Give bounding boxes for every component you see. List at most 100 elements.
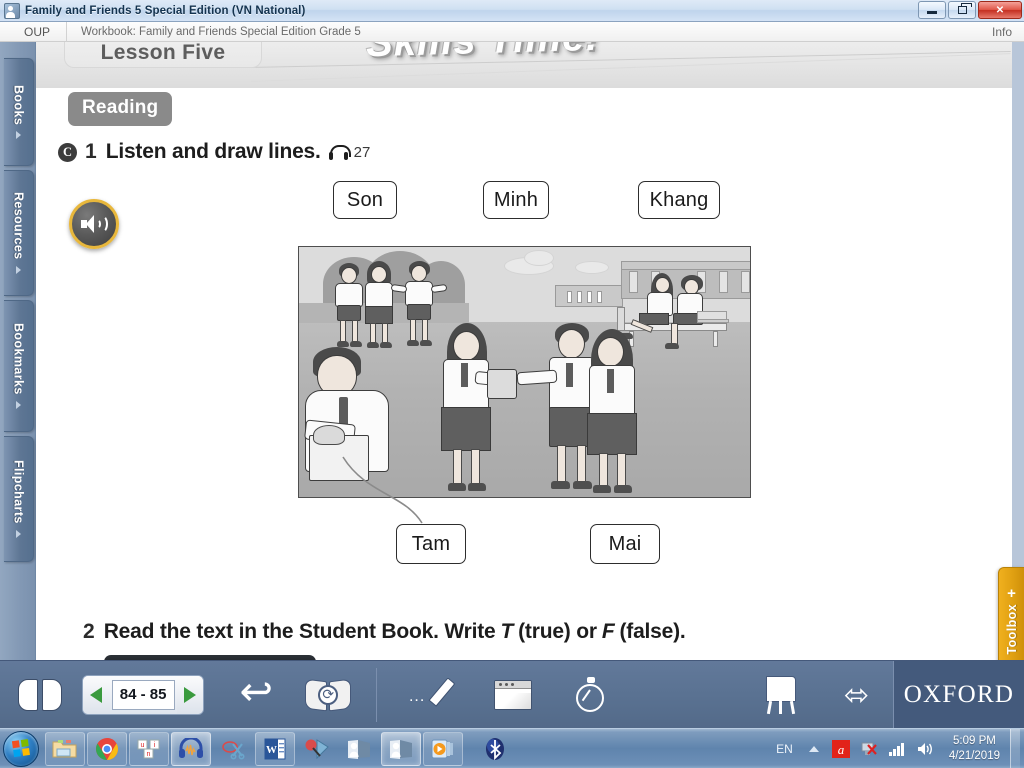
windows-taskbar: u i n W EN a 5:09 PM 4/21/2019 [0,728,1024,768]
pen-tool-icon[interactable]: ... [401,667,457,723]
signal-bars-icon[interactable] [886,738,908,760]
restore-button[interactable] [948,1,976,19]
headphones-icon [328,144,351,160]
left-sidebar-rail: Books Resources Bookmarks Flipcharts [0,42,36,660]
clock[interactable]: 5:09 PM 4/21/2019 [939,734,1008,764]
oup-brand-button[interactable]: OUP [8,21,68,42]
taskbar-oxford-reader-1[interactable] [339,732,379,766]
name-box-minh[interactable]: Minh [483,181,549,219]
triangle-right-icon [16,131,21,140]
svg-text:n: n [147,751,151,758]
page-header-band: Lesson Five Skills Time! [36,42,1012,95]
flip-page-icon[interactable]: ⟳ [298,667,358,723]
exercise-2-number: 2 [83,620,95,643]
sidebar-item-books[interactable]: Books [4,58,34,166]
speaker-icon[interactable] [914,738,936,760]
pillar [741,271,750,293]
svg-text:W: W [266,744,277,756]
audio-marker-icon: C [58,142,77,162]
stopwatch-icon[interactable] [563,667,619,723]
window-slot [587,291,592,303]
taskbar-bluetooth[interactable] [475,732,515,766]
taskbar-oxford-reader-2[interactable] [381,731,421,766]
false-word: (false). [619,620,686,643]
page-number-field[interactable]: 84 - 85 [111,679,175,710]
exercise-1-number: 1 [85,140,97,163]
start-orb-icon[interactable] [3,730,39,767]
application-menu-bar: OUP Workbook: Family and Friends Special… [0,21,1024,42]
section-badge: Reading [68,92,173,126]
bench-back [617,307,625,331]
taskbar-snipping-tool[interactable] [213,732,253,766]
oxford-brand: OXFORD [892,660,1024,729]
plus-icon: + [1007,584,1016,602]
book-stack [697,319,729,323]
pillar [719,271,728,293]
toolbox-label: Toolbox [1004,603,1019,655]
svg-text:u: u [141,742,145,749]
undo-arrow-icon[interactable]: ↩ [228,667,284,723]
exercise-2-heading: 2 Read the text in the Student Book. Wri… [83,620,686,644]
cloud-icon [524,250,554,266]
taskbar-microsoft-word[interactable]: W [255,731,295,766]
open-book-icon[interactable] [12,667,68,723]
food-item [313,425,345,445]
network-error-icon[interactable] [858,738,880,760]
triangle-right-icon [16,529,21,538]
lesson-tab: Lesson Five [64,42,262,68]
taskbar-file-explorer[interactable] [45,731,85,766]
info-button[interactable]: Info [992,25,1024,39]
previous-page-button[interactable] [83,675,110,714]
clock-date: 4/21/2019 [948,749,1000,762]
lesson-illustration[interactable] [298,246,751,498]
true-letter: T [500,620,514,643]
page-navigation[interactable]: 84 - 85 [82,674,205,715]
minimize-button[interactable] [918,1,946,19]
window-slot [577,291,582,303]
sidebar-item-label: Books [11,84,26,126]
double-arrow-icon[interactable]: ⬄ [837,667,893,723]
true-word: (true) or [518,620,597,643]
bench-leg [713,331,718,347]
window-title: Family and Friends 5 Special Edition (VN… [25,4,306,17]
show-desktop-button[interactable] [1010,728,1020,768]
sidebar-item-resources[interactable]: Resources [4,170,34,296]
app-window-icon [4,2,20,19]
chevron-up-icon[interactable] [808,745,819,752]
sidebar-item-flipcharts[interactable]: Flipcharts [4,436,34,562]
language-indicator[interactable]: EN [768,742,801,756]
taskbar-items: u i n W [45,731,515,766]
audio-track-number: 27 [353,143,371,161]
exercise-1-instruction: Listen and draw lines. [105,140,321,163]
taskbar-audacity[interactable] [171,731,211,766]
name-box-son[interactable]: Son [333,181,397,219]
close-button[interactable]: ✕ [978,1,1022,19]
name-box-tam[interactable]: Tam [396,524,466,564]
svg-text:a: a [838,742,845,757]
lunch-box [487,369,517,399]
taskbar-media-player[interactable] [423,731,463,766]
sidebar-item-label: Flipcharts [11,460,26,524]
system-tray: EN a 5:09 PM 4/21/2019 [768,728,1024,768]
flipchart-easel-icon[interactable] [753,667,809,723]
window-title-bar[interactable]: Family and Friends 5 Special Edition (VN… [0,0,1024,22]
taskbar-google-chrome[interactable] [87,731,127,766]
name-box-mai[interactable]: Mai [590,524,660,564]
avira-shield-icon[interactable]: a [830,738,852,760]
pillar [629,271,638,293]
taskbar-paint-tool[interactable] [297,732,337,766]
document-title: Workbook: Family and Friends Special Edi… [81,25,361,38]
next-page-button[interactable] [176,675,204,714]
false-letter: F [601,620,615,643]
name-box-khang[interactable]: Khang [638,181,720,219]
window-controls: ✕ [918,1,1022,19]
window-tool-icon[interactable] [485,667,541,723]
play-audio-icon[interactable] [69,199,119,249]
reader-toolbar: 84 - 85 ↩ ⟳ ... ⬄ OXFORD [0,660,1024,729]
speaker-glyph [81,214,108,234]
toolbox-tab[interactable]: + Toolbox [998,567,1024,673]
sidebar-item-bookmarks[interactable]: Bookmarks [4,300,34,432]
taskbar-unikey[interactable]: u i n [129,731,169,766]
workbook-page[interactable]: Lesson Five Skills Time! Reading C 1 Lis… [36,42,1012,660]
cloud-icon [575,261,609,274]
